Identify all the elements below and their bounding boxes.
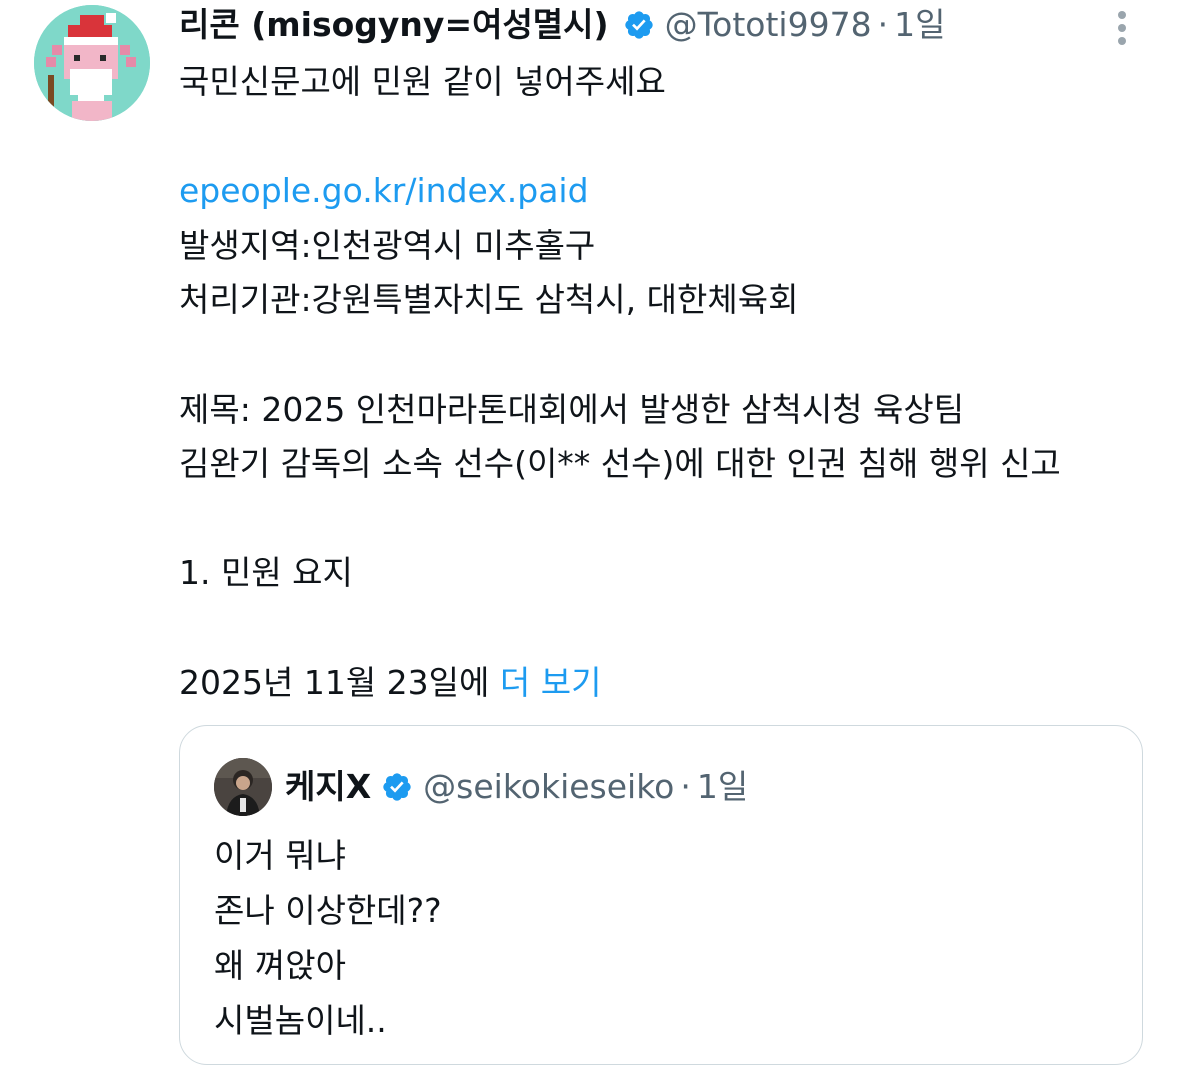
tweet-line-text: 제목: 2025 인천마라톤대회에서 발생한 삼척시청 육상팀 (179, 389, 965, 429)
quote-author-display-name[interactable]: 케지X (285, 764, 371, 810)
show-more-link[interactable]: 더 보기 (500, 663, 602, 702)
quote-author-handle[interactable]: @seikokieseiko (423, 764, 674, 810)
quote-header: 케지X @seikokieseiko · 1일 (285, 764, 748, 810)
tweet-line (179, 328, 1139, 383)
author-display-name[interactable]: 리콘 (misogyny=여성멸시) (179, 2, 609, 48)
person-photo-avatar-icon (214, 758, 272, 816)
quote-line: 왜 껴앉아 (214, 946, 346, 985)
quote-text: 이거 뭐냐 존나 이상한데?? 왜 껴앉아 시벌놈이네.. (214, 828, 442, 1048)
tweet-text: 국민신문고에 민원 같이 넣어주세요 epeople.go.kr/index.p… (179, 55, 1139, 710)
tweet-line-text: 국민신문고에 민원 같이 넣어주세요 (179, 62, 666, 101)
quote-author-avatar[interactable] (214, 758, 272, 816)
tweet-timestamp[interactable]: 1일 (894, 2, 945, 48)
quote-timestamp[interactable]: 1일 (697, 764, 748, 810)
verified-badge-icon (383, 773, 411, 801)
tweet-line (179, 492, 1139, 547)
verified-badge-icon (624, 11, 653, 39)
tweet-line: 제목: 2025 인천마라톤대회에서 발생한 삼척시청 육상팀 (179, 383, 1139, 438)
tweet-line: 발생지역:인천광역시 미추홀구 (179, 219, 1139, 274)
tweet-line-text: 1. 민원 요지 (179, 553, 353, 593)
tweet-line: 국민신문고에 민원 같이 넣어주세요 (179, 55, 1139, 110)
quote-line: 이거 뭐냐 (214, 836, 346, 875)
tweet-line: 1. 민원 요지 (179, 546, 1139, 601)
tweet-line-text: 처리기관:강원특별자치도 삼척시, 대한체육회 (179, 280, 799, 320)
tweet-line (179, 110, 1139, 165)
tweet-header: 리콘 (misogyny=여성멸시) @Tototi9978 · 1일 (179, 2, 945, 48)
quote-header-separator: · (680, 767, 691, 806)
more-options-icon (1118, 11, 1126, 19)
author-handle[interactable]: @Tototi9978 (665, 2, 872, 48)
more-options-icon (1118, 37, 1126, 45)
axolotl-santa-avatar-icon (34, 5, 150, 121)
tweet-line-text: 2025년 11월 23일에 (179, 662, 500, 702)
tweet-line-text: 김완기 감독의 소속 선수(이** 선수)에 대한 인권 침해 행위 신고 (179, 444, 1061, 484)
header-separator: · (877, 5, 889, 44)
more-options-button[interactable] (1108, 8, 1136, 48)
quote-line: 존나 이상한데?? (214, 891, 442, 930)
quote-line: 시벌놈이네.. (214, 1001, 387, 1040)
tweet-link[interactable]: epeople.go.kr/index.paid (179, 171, 589, 210)
tweet-line: epeople.go.kr/index.paid (179, 164, 1139, 219)
tweet-line: 김완기 감독의 소속 선수(이** 선수)에 대한 인권 침해 행위 신고 (179, 437, 1139, 492)
quoted-tweet-card[interactable]: 케지X @seikokieseiko · 1일 이거 뭐냐 존나 이상한데?? … (179, 725, 1143, 1065)
tweet-line: 2025년 11월 23일에 더 보기 (179, 656, 1139, 711)
tweet-line (179, 601, 1139, 656)
tweet-line-text: 발생지역:인천광역시 미추홀구 (179, 225, 596, 265)
tweet-line: 처리기관:강원특별자치도 삼척시, 대한체육회 (179, 273, 1139, 328)
author-avatar[interactable] (34, 5, 150, 121)
more-options-icon (1118, 24, 1126, 32)
